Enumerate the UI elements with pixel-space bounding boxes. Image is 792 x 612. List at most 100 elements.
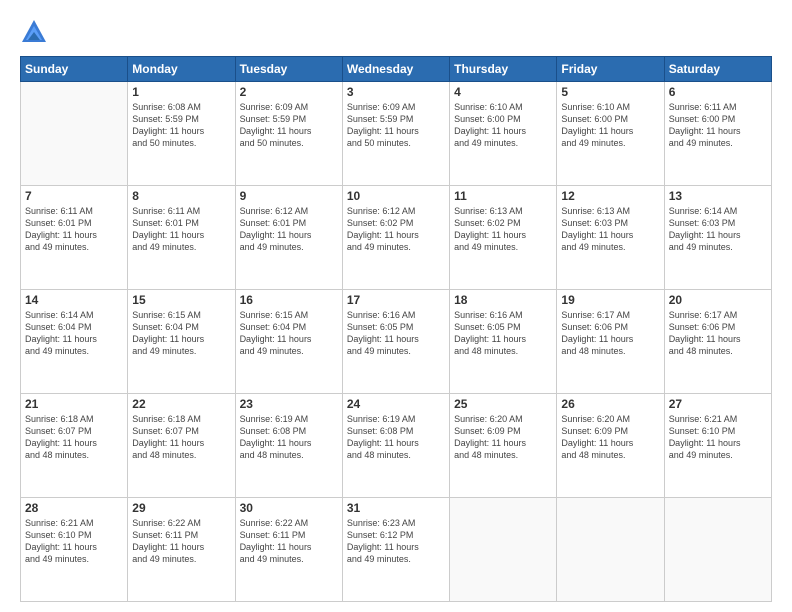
cell-info: Sunrise: 6:19 AM Sunset: 6:08 PM Dayligh… [347,413,445,462]
calendar-cell: 14 Sunrise: 6:14 AM Sunset: 6:04 PM Dayli… [21,290,128,394]
day-number: 13 [669,189,767,203]
cell-info: Sunrise: 6:15 AM Sunset: 6:04 PM Dayligh… [240,309,338,358]
week-row: 7 Sunrise: 6:11 AM Sunset: 6:01 PM Daylig… [21,186,772,290]
calendar-cell [557,498,664,602]
day-number: 8 [132,189,230,203]
calendar-cell: 23 Sunrise: 6:19 AM Sunset: 6:08 PM Dayli… [235,394,342,498]
day-number: 22 [132,397,230,411]
day-number: 30 [240,501,338,515]
calendar-table: SundayMondayTuesdayWednesdayThursdayFrid… [20,56,772,602]
cell-info: Sunrise: 6:17 AM Sunset: 6:06 PM Dayligh… [669,309,767,358]
calendar-cell: 2Sunrise: 6:09 AM Sunset: 5:59 PM Daylig… [235,82,342,186]
cell-info: Sunrise: 6:18 AM Sunset: 6:07 PM Dayligh… [132,413,230,462]
calendar-cell: 13 Sunrise: 6:14 AM Sunset: 6:03 PM Dayli… [664,186,771,290]
day-number: 17 [347,293,445,307]
calendar-cell: 21 Sunrise: 6:18 AM Sunset: 6:07 PM Dayli… [21,394,128,498]
calendar-cell: 16 Sunrise: 6:15 AM Sunset: 6:04 PM Dayli… [235,290,342,394]
day-number: 24 [347,397,445,411]
calendar-cell: 15 Sunrise: 6:15 AM Sunset: 6:04 PM Dayli… [128,290,235,394]
cell-info: Sunrise: 6:20 AM Sunset: 6:09 PM Dayligh… [454,413,552,462]
cell-info: Sunrise: 6:09 AM Sunset: 5:59 PM Dayligh… [240,101,338,150]
day-header-tuesday: Tuesday [235,57,342,82]
calendar-cell: 10 Sunrise: 6:12 AM Sunset: 6:02 PM Dayli… [342,186,449,290]
calendar-cell: 27Sunrise: 6:21 AM Sunset: 6:10 PM Dayli… [664,394,771,498]
logo-icon [20,18,48,46]
cell-info: Sunrise: 6:15 AM Sunset: 6:04 PM Dayligh… [132,309,230,358]
day-number: 9 [240,189,338,203]
calendar-cell: 31 Sunrise: 6:23 AM Sunset: 6:12 PM Dayli… [342,498,449,602]
day-number: 11 [454,189,552,203]
cell-info: Sunrise: 6:11 AM Sunset: 6:01 PM Dayligh… [132,205,230,254]
day-number: 7 [25,189,123,203]
day-number: 20 [669,293,767,307]
cell-info: Sunrise: 6:13 AM Sunset: 6:02 PM Dayligh… [454,205,552,254]
day-number: 16 [240,293,338,307]
week-row: 1 Sunrise: 6:08 AM Sunset: 5:59 PM Daylig… [21,82,772,186]
calendar-cell: 7 Sunrise: 6:11 AM Sunset: 6:01 PM Daylig… [21,186,128,290]
cell-info: Sunrise: 6:11 AM Sunset: 6:01 PM Dayligh… [25,205,123,254]
calendar-cell: 5Sunrise: 6:10 AM Sunset: 6:00 PM Daylig… [557,82,664,186]
cell-info: Sunrise: 6:09 AM Sunset: 5:59 PM Dayligh… [347,101,445,150]
day-number: 26 [561,397,659,411]
logo [20,18,52,46]
cell-info: Sunrise: 6:12 AM Sunset: 6:02 PM Dayligh… [347,205,445,254]
header-row: SundayMondayTuesdayWednesdayThursdayFrid… [21,57,772,82]
cell-info: Sunrise: 6:19 AM Sunset: 6:08 PM Dayligh… [240,413,338,462]
calendar-cell: 26Sunrise: 6:20 AM Sunset: 6:09 PM Dayli… [557,394,664,498]
calendar-cell [450,498,557,602]
day-number: 3 [347,85,445,99]
week-row: 28 Sunrise: 6:21 AM Sunset: 6:10 PM Dayli… [21,498,772,602]
calendar-cell: 6Sunrise: 6:11 AM Sunset: 6:00 PM Daylig… [664,82,771,186]
cell-info: Sunrise: 6:14 AM Sunset: 6:04 PM Dayligh… [25,309,123,358]
day-header-sunday: Sunday [21,57,128,82]
calendar-cell: 28 Sunrise: 6:21 AM Sunset: 6:10 PM Dayli… [21,498,128,602]
day-number: 31 [347,501,445,515]
cell-info: Sunrise: 6:18 AM Sunset: 6:07 PM Dayligh… [25,413,123,462]
day-header-friday: Friday [557,57,664,82]
day-number: 10 [347,189,445,203]
week-row: 14 Sunrise: 6:14 AM Sunset: 6:04 PM Dayli… [21,290,772,394]
calendar-cell: 11 Sunrise: 6:13 AM Sunset: 6:02 PM Dayli… [450,186,557,290]
cell-info: Sunrise: 6:16 AM Sunset: 6:05 PM Dayligh… [347,309,445,358]
cell-info: Sunrise: 6:14 AM Sunset: 6:03 PM Dayligh… [669,205,767,254]
calendar-cell [664,498,771,602]
cell-info: Sunrise: 6:22 AM Sunset: 6:11 PM Dayligh… [132,517,230,566]
day-number: 19 [561,293,659,307]
calendar-cell: 4 Sunrise: 6:10 AM Sunset: 6:00 PM Daylig… [450,82,557,186]
day-number: 14 [25,293,123,307]
cell-info: Sunrise: 6:08 AM Sunset: 5:59 PM Dayligh… [132,101,230,150]
cell-info: Sunrise: 6:11 AM Sunset: 6:00 PM Dayligh… [669,101,767,150]
day-number: 4 [454,85,552,99]
cell-info: Sunrise: 6:10 AM Sunset: 6:00 PM Dayligh… [454,101,552,150]
header [20,18,772,46]
day-number: 15 [132,293,230,307]
calendar-cell: 1 Sunrise: 6:08 AM Sunset: 5:59 PM Daylig… [128,82,235,186]
day-number: 28 [25,501,123,515]
week-row: 21 Sunrise: 6:18 AM Sunset: 6:07 PM Dayli… [21,394,772,498]
calendar-cell: 29 Sunrise: 6:22 AM Sunset: 6:11 PM Dayli… [128,498,235,602]
calendar-cell: 8 Sunrise: 6:11 AM Sunset: 6:01 PM Daylig… [128,186,235,290]
cell-info: Sunrise: 6:23 AM Sunset: 6:12 PM Dayligh… [347,517,445,566]
calendar-cell: 25 Sunrise: 6:20 AM Sunset: 6:09 PM Dayli… [450,394,557,498]
cell-info: Sunrise: 6:21 AM Sunset: 6:10 PM Dayligh… [25,517,123,566]
day-number: 23 [240,397,338,411]
day-number: 12 [561,189,659,203]
calendar-cell: 12 Sunrise: 6:13 AM Sunset: 6:03 PM Dayli… [557,186,664,290]
calendar-cell: 3 Sunrise: 6:09 AM Sunset: 5:59 PM Daylig… [342,82,449,186]
day-header-monday: Monday [128,57,235,82]
calendar-cell: 24 Sunrise: 6:19 AM Sunset: 6:08 PM Dayli… [342,394,449,498]
calendar-cell: 30Sunrise: 6:22 AM Sunset: 6:11 PM Dayli… [235,498,342,602]
day-header-thursday: Thursday [450,57,557,82]
calendar-cell: 22 Sunrise: 6:18 AM Sunset: 6:07 PM Dayli… [128,394,235,498]
page: SundayMondayTuesdayWednesdayThursdayFrid… [0,0,792,612]
cell-info: Sunrise: 6:12 AM Sunset: 6:01 PM Dayligh… [240,205,338,254]
day-number: 1 [132,85,230,99]
day-number: 21 [25,397,123,411]
day-header-saturday: Saturday [664,57,771,82]
cell-info: Sunrise: 6:21 AM Sunset: 6:10 PM Dayligh… [669,413,767,462]
cell-info: Sunrise: 6:13 AM Sunset: 6:03 PM Dayligh… [561,205,659,254]
cell-info: Sunrise: 6:17 AM Sunset: 6:06 PM Dayligh… [561,309,659,358]
cell-info: Sunrise: 6:10 AM Sunset: 6:00 PM Dayligh… [561,101,659,150]
day-number: 29 [132,501,230,515]
day-number: 25 [454,397,552,411]
